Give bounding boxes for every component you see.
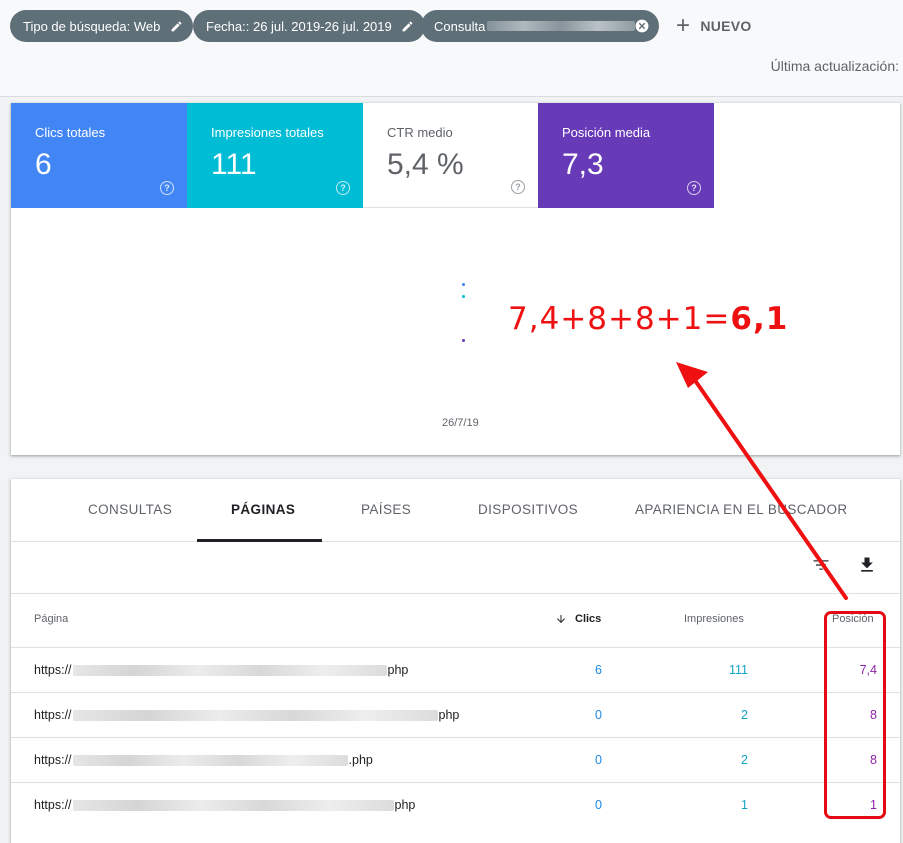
impressions-value: 1 [741, 798, 748, 812]
tab-countries[interactable]: PAÍSES [361, 502, 411, 517]
url-prefix: https:// [34, 663, 72, 677]
clicks-value: 0 [595, 798, 602, 812]
clicks-value: 0 [595, 708, 602, 722]
performance-chart-card: Clics totales 6 ? Impresiones totales 11… [11, 103, 900, 455]
download-icon[interactable] [855, 553, 879, 577]
chart-point-impressions[interactable] [462, 295, 465, 298]
new-filter-button[interactable]: + NUEVO [676, 12, 752, 40]
filter-chip-label: Consulta [434, 18, 486, 34]
page-url[interactable]: https:// php [34, 708, 459, 722]
filter-chip-label: Fecha:: 26 jul. 2019-26 jul. 2019 [206, 18, 392, 34]
redacted-url [72, 709, 438, 721]
url-suffix: .php [348, 753, 373, 767]
help-icon[interactable]: ? [160, 181, 174, 195]
formula-result: 6,1 [730, 301, 789, 337]
table-row[interactable]: https://php 6 111 7,4 [11, 647, 900, 692]
page-url[interactable]: https:// php [34, 663, 408, 677]
new-filter-label: NUEVO [700, 18, 752, 34]
chart-point-clicks[interactable] [462, 283, 465, 286]
column-header-impressions[interactable]: Impresiones [684, 613, 744, 625]
table-row[interactable]: https://php 0 2 8 [11, 692, 900, 737]
metric-average-position[interactable]: Posición media 7,3 ? [538, 103, 714, 208]
results-table-card: CONSULTAS PÁGINAS PAÍSES DISPOSITIVOS AP… [11, 479, 900, 843]
redacted-url [72, 664, 387, 676]
last-update-label: Última actualización: [770, 58, 899, 74]
metric-label: Impresiones totales [211, 125, 324, 140]
tab-queries[interactable]: CONSULTAS [88, 502, 172, 517]
filter-chip-search-type[interactable]: Tipo de búsqueda: Web [10, 10, 194, 42]
table-toolbar [11, 542, 900, 594]
url-prefix: https:// [34, 798, 72, 812]
chart-point-position[interactable] [462, 339, 465, 342]
tab-search-appearance[interactable]: APARIENCIA EN EL BUSCADOR [635, 502, 848, 517]
column-header-page[interactable]: Página [34, 613, 68, 625]
plus-icon: + [676, 12, 691, 39]
metric-value: 111 [211, 148, 257, 181]
help-icon[interactable]: ? [336, 181, 350, 195]
metric-label: CTR medio [387, 125, 453, 140]
redacted-url [72, 799, 394, 811]
impressions-value: 2 [741, 708, 748, 722]
url-suffix: php [387, 663, 409, 677]
clicks-value: 6 [595, 663, 602, 677]
filter-chip-label: Tipo de búsqueda: Web [23, 18, 161, 34]
column-header-label: Clics [575, 613, 602, 625]
page-url[interactable]: https:// .php [34, 753, 373, 767]
page-url[interactable]: https:// php [34, 798, 415, 812]
edit-pencil-icon[interactable] [169, 19, 183, 33]
metric-label: Posición media [562, 125, 651, 140]
metric-total-clicks[interactable]: Clics totales 6 ? [11, 103, 187, 208]
metric-value: 6 [35, 148, 52, 181]
url-suffix: php [438, 708, 460, 722]
filter-chip-query[interactable]: Consulta [421, 10, 659, 42]
annotation-formula: 7,4+8+8+1=6,1 [508, 301, 788, 337]
formula-text: 7,4+8+8+1= [508, 301, 731, 337]
dimension-tabs: CONSULTAS PÁGINAS PAÍSES DISPOSITIVOS AP… [11, 479, 900, 542]
table-row[interactable]: https://.php 0 2 8 [11, 737, 900, 782]
url-prefix: https:// [34, 708, 72, 722]
clicks-value: 0 [595, 753, 602, 767]
tab-pages[interactable]: PÁGINAS [231, 502, 295, 517]
filter-rows-icon[interactable] [809, 553, 833, 577]
column-header-clicks[interactable]: Clics [555, 613, 601, 625]
metric-value: 7,3 [562, 148, 604, 181]
impressions-value: 111 [728, 663, 748, 677]
table-row[interactable]: https://php 0 1 1 [11, 782, 900, 827]
annotation-highlight-box [824, 611, 886, 819]
close-icon[interactable] [635, 19, 649, 33]
filter-chip-date[interactable]: Fecha:: 26 jul. 2019-26 jul. 2019 [193, 10, 425, 42]
url-prefix: https:// [34, 753, 72, 767]
edit-pencil-icon[interactable] [401, 19, 415, 33]
chart-x-axis-label: 26/7/19 [442, 417, 479, 429]
metric-average-ctr[interactable]: CTR medio 5,4 % ? [363, 103, 539, 208]
help-icon[interactable]: ? [687, 181, 701, 195]
redacted-url [72, 754, 348, 766]
filter-bar: Tipo de búsqueda: Web Fecha:: 26 jul. 20… [0, 0, 903, 97]
metric-label: Clics totales [35, 125, 106, 140]
impressions-value: 2 [741, 753, 748, 767]
metric-total-impressions[interactable]: Impresiones totales 111 ? [187, 103, 363, 208]
url-suffix: php [394, 798, 416, 812]
redacted-query-text [487, 21, 635, 31]
metric-value: 5,4 % [387, 148, 464, 181]
sort-arrow-down-icon [557, 615, 565, 623]
help-icon[interactable]: ? [511, 180, 525, 194]
tab-devices[interactable]: DISPOSITIVOS [478, 502, 578, 517]
